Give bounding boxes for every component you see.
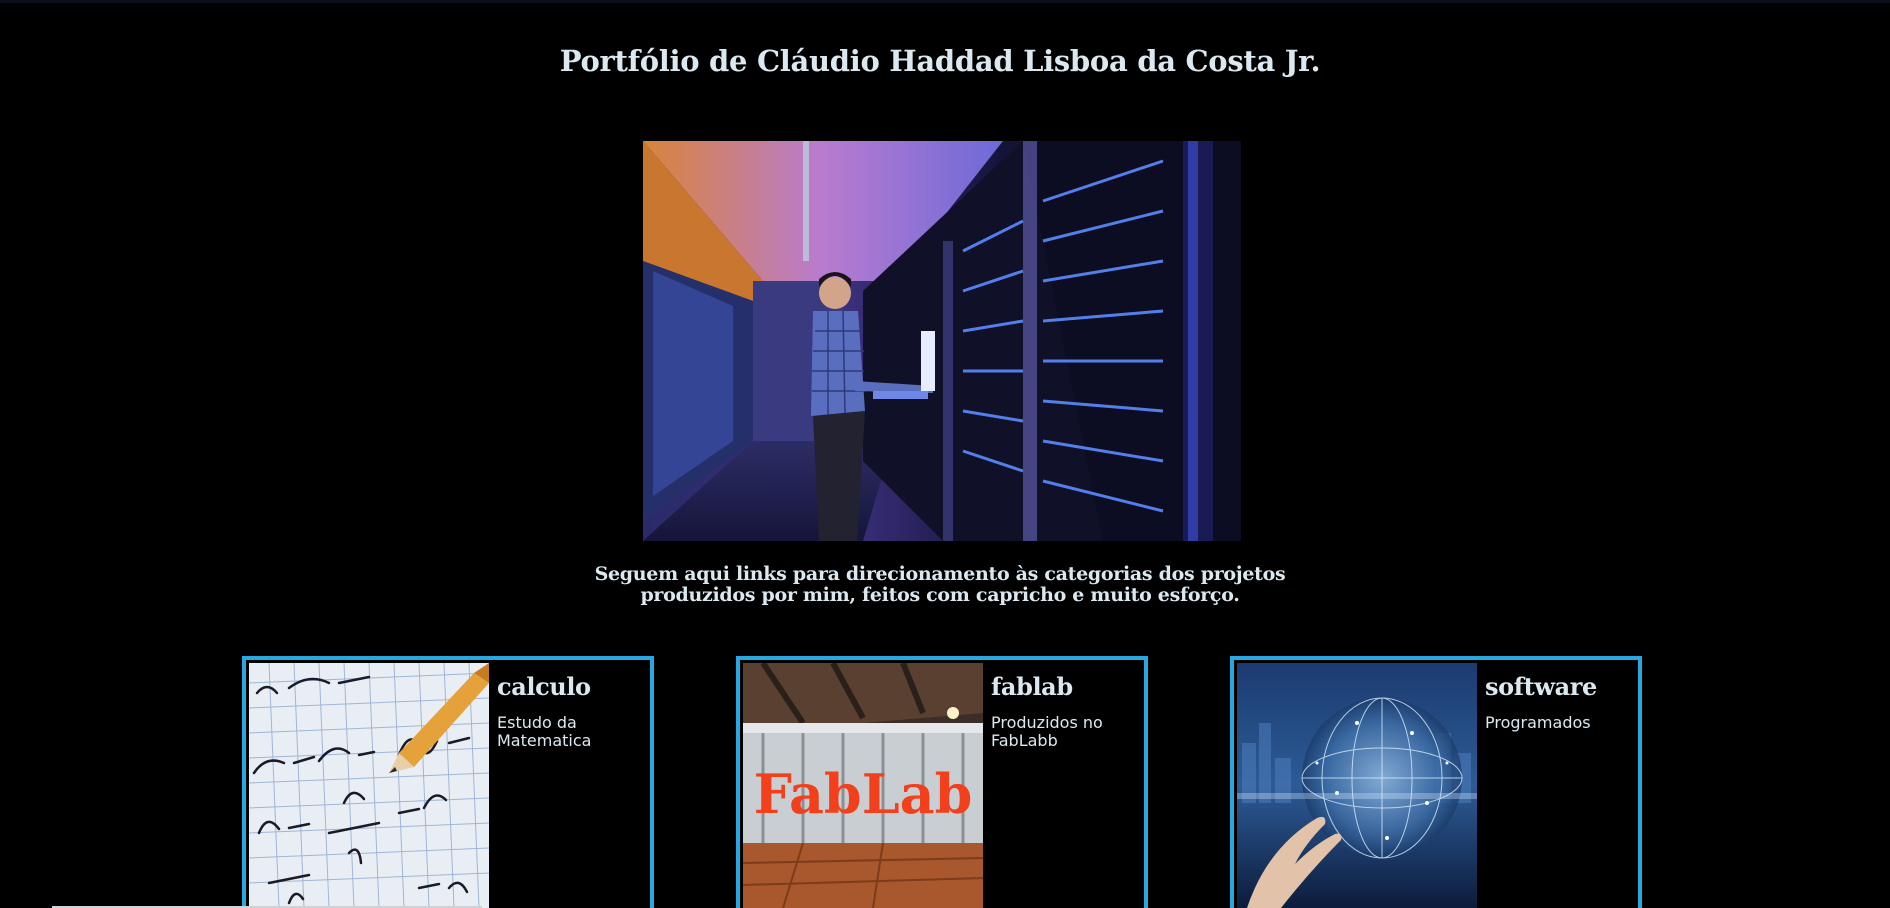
card-description-fablab: Produzidos no FabLabb — [991, 713, 1103, 750]
card-title-fablab: fablab — [991, 672, 1073, 701]
category-card-fablab[interactable]: FabLab fablab Produzidos no FabLabb — [736, 656, 1148, 908]
fablab-sign-text: FabLab — [754, 762, 973, 826]
card-title-software: software — [1485, 672, 1597, 701]
fablab-thumbnail: FabLab — [743, 663, 983, 908]
card-description-calculo: Estudo da Matematica — [497, 713, 592, 750]
page-title: Portfólio de Cláudio Haddad Lisboa da Co… — [559, 44, 1321, 78]
software-thumbnail — [1237, 663, 1477, 908]
category-card-calculo[interactable]: calculo Estudo da Matematica — [242, 656, 654, 908]
intro-text: Seguem aqui links para direcionamento às… — [594, 563, 1286, 606]
top-bar — [0, 0, 1890, 3]
card-title-calculo: calculo — [497, 672, 591, 701]
category-card-software[interactable]: software Programados — [1230, 656, 1642, 908]
card-description-software: Programados — [1485, 713, 1591, 732]
hero-image — [643, 141, 1241, 541]
calculo-thumbnail — [249, 663, 489, 908]
